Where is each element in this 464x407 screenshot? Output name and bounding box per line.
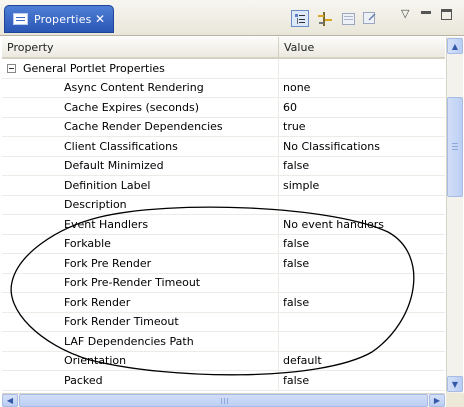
filter-icon [362,12,376,24]
property-name: LAF Dependencies Path [2,332,279,351]
show-categories-icon [295,13,305,24]
property-value[interactable]: false [279,254,445,273]
tab-properties[interactable]: Properties ✕ [4,5,114,33]
property-name: Fork Pre-Render Timeout [2,273,279,292]
property-name: Cache Expires (seconds) [2,98,279,117]
scroll-down-icon[interactable]: ▼ [447,376,463,392]
view-menu-icon[interactable]: ▽ [401,7,409,20]
scroll-right-icon[interactable]: ▶ [429,394,445,407]
group-value-cell [279,59,445,78]
table-row[interactable]: Definition Label simple [2,176,445,196]
table-row[interactable]: Fork Render Timeout [2,312,445,332]
restore-default-button[interactable] [339,10,357,27]
properties-table: Property Value General Portlet Propertie… [2,37,445,393]
vertical-scroll-thumb[interactable] [447,97,463,197]
property-name: Forkable [2,234,279,253]
vertical-scrollbar[interactable]: ▲ ▼ [446,37,463,393]
column-header-value[interactable]: Value [279,37,445,57]
property-name: Client Classifications [2,137,279,156]
property-value[interactable]: simple [279,176,445,195]
table-row[interactable]: LAF Dependencies Path [2,332,445,352]
show-advanced-button[interactable] [316,10,334,27]
property-name: Fork Render [2,293,279,312]
horizontal-scroll-thumb[interactable] [19,394,428,407]
tab-title: Properties [34,12,92,26]
property-value[interactable]: No event handlers [279,215,445,234]
property-value[interactable]: default [279,352,445,371]
property-value[interactable] [279,274,445,293]
property-name: Event Handlers [2,215,279,234]
property-value[interactable]: false [279,157,445,176]
property-value[interactable]: none [279,79,445,98]
property-name: Packed [2,371,279,390]
property-value[interactable] [279,196,445,215]
scrollbar-corner [446,393,464,407]
filter-button[interactable] [360,10,378,27]
scroll-up-icon[interactable]: ▲ [447,38,463,54]
table-row[interactable]: Fork Pre Render false [2,254,445,274]
minimize-icon[interactable] [421,11,431,14]
property-value[interactable]: No Classifications [279,137,445,156]
table-row[interactable]: Packed false [2,371,445,391]
table-row[interactable]: Event Handlers No event handlers [2,215,445,235]
group-cell: General Portlet Properties [2,59,279,78]
table-row[interactable]: Cache Render Dependencies true [2,117,445,137]
collapse-icon[interactable] [7,63,16,73]
property-name: Async Content Rendering [2,78,279,97]
horizontal-scrollbar[interactable]: ◀ ▶ [2,393,445,407]
property-name: Description [2,195,279,214]
property-name: Definition Label [2,176,279,195]
table-header: Property Value [2,37,445,59]
scroll-left-icon[interactable]: ◀ [2,394,18,407]
table-row[interactable]: Fork Render false [2,293,445,313]
property-value[interactable]: true [279,118,445,137]
column-header-property[interactable]: Property [2,37,279,57]
property-value[interactable]: false [279,235,445,254]
group-label: General Portlet Properties [23,61,165,75]
table-row[interactable]: Description [2,195,445,215]
table-row[interactable]: Client Classifications No Classifications [2,137,445,157]
property-value[interactable] [279,332,445,351]
table-row[interactable]: Async Content Rendering none [2,78,445,98]
property-value[interactable]: false [279,293,445,312]
table-row[interactable]: Orientation default [2,351,445,371]
property-value[interactable] [279,313,445,332]
property-name: Cache Render Dependencies [2,117,279,136]
show-categories-button[interactable] [291,10,309,27]
property-name: Fork Pre Render [2,254,279,273]
view-tab-bar: Properties ✕ ▽ [0,0,464,36]
table-row[interactable]: Cache Expires (seconds) 60 [2,98,445,118]
properties-view-icon [13,13,28,25]
table-row[interactable]: Forkable false [2,234,445,254]
property-name: Default Minimized [2,156,279,175]
property-value[interactable]: 60 [279,98,445,117]
property-name: Fork Render Timeout [2,312,279,331]
table-row[interactable]: Default Minimized false [2,156,445,176]
group-row[interactable]: General Portlet Properties [2,59,445,79]
show-advanced-icon [318,11,332,26]
property-value[interactable]: false [279,371,445,390]
close-icon[interactable]: ✕ [95,12,105,26]
restore-default-icon [341,12,355,25]
table-row[interactable]: Fork Pre-Render Timeout [2,273,445,293]
maximize-icon[interactable] [441,9,452,20]
property-name: Orientation [2,351,279,370]
